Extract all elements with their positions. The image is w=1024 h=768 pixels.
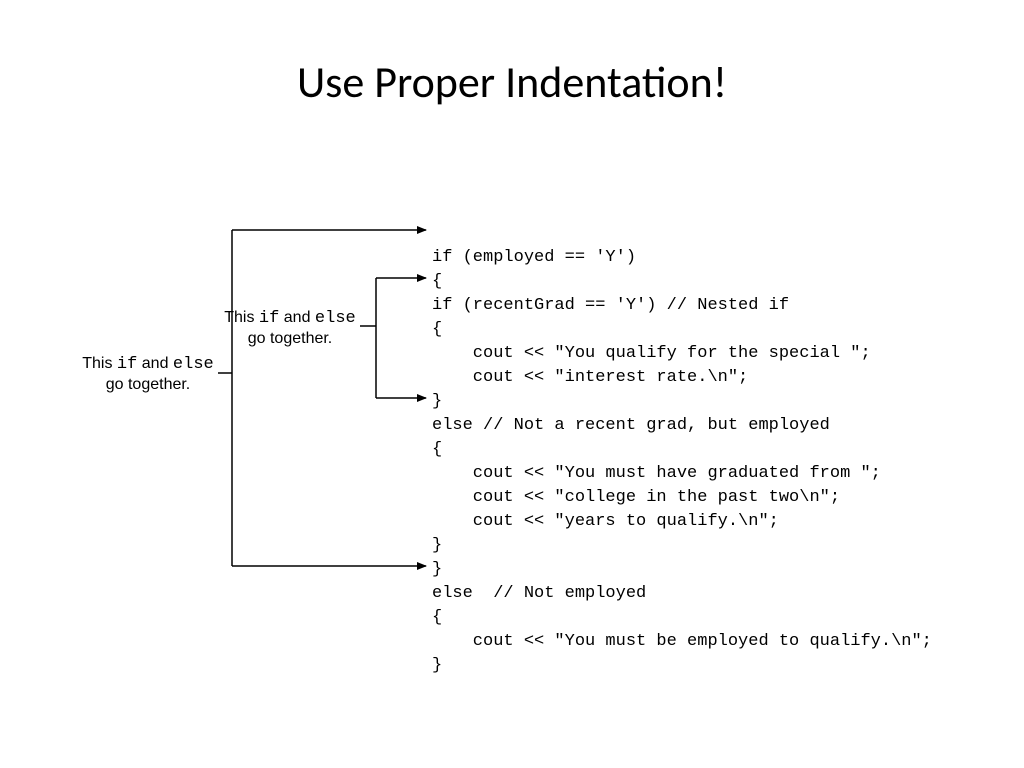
note-text: This	[82, 355, 117, 372]
note-text: and	[137, 355, 173, 372]
code-line: cout << "You must be employed to qualify…	[432, 632, 932, 651]
code-line: if (recentGrad == 'Y') // Nested if	[432, 296, 789, 315]
code-line: if (employed == 'Y')	[432, 248, 636, 267]
code-line: }	[432, 536, 442, 555]
note-text: go together.	[106, 376, 191, 393]
code-line: {	[432, 608, 442, 627]
code-block: if (employed == 'Y') { if (recentGrad ==…	[432, 222, 932, 678]
code-line: else // Not a recent grad, but employed	[432, 416, 830, 435]
code-line: }	[432, 392, 442, 411]
code-keyword-if: if	[117, 355, 137, 374]
code-line: cout << "interest rate.\n";	[432, 368, 748, 387]
code-line: cout << "You qualify for the special ";	[432, 344, 871, 363]
note-text: This	[224, 309, 259, 326]
code-keyword-else: else	[315, 309, 356, 328]
code-line: cout << "You must have graduated from ";	[432, 464, 881, 483]
inner-bracket-icon	[360, 278, 426, 398]
slide-title: Use Proper Indentation!	[0, 55, 1024, 109]
code-line: }	[432, 560, 442, 579]
note-text: and	[279, 309, 315, 326]
note-text: go together.	[248, 330, 333, 347]
code-keyword-else: else	[173, 355, 214, 374]
code-line: {	[432, 440, 442, 459]
code-line: {	[432, 272, 442, 291]
outer-if-else-note: This if and else go together.	[78, 354, 218, 395]
code-line: }	[432, 656, 442, 675]
code-line: cout << "years to qualify.\n";	[432, 512, 779, 531]
slide: Use Proper Indentation! This if and else…	[0, 0, 1024, 768]
code-line: else // Not employed	[432, 584, 646, 603]
inner-if-else-note: This if and else go together.	[220, 308, 360, 349]
code-line: {	[432, 320, 442, 339]
outer-bracket-icon	[218, 230, 426, 566]
code-line: cout << "college in the past two\n";	[432, 488, 840, 507]
code-keyword-if: if	[259, 309, 279, 328]
